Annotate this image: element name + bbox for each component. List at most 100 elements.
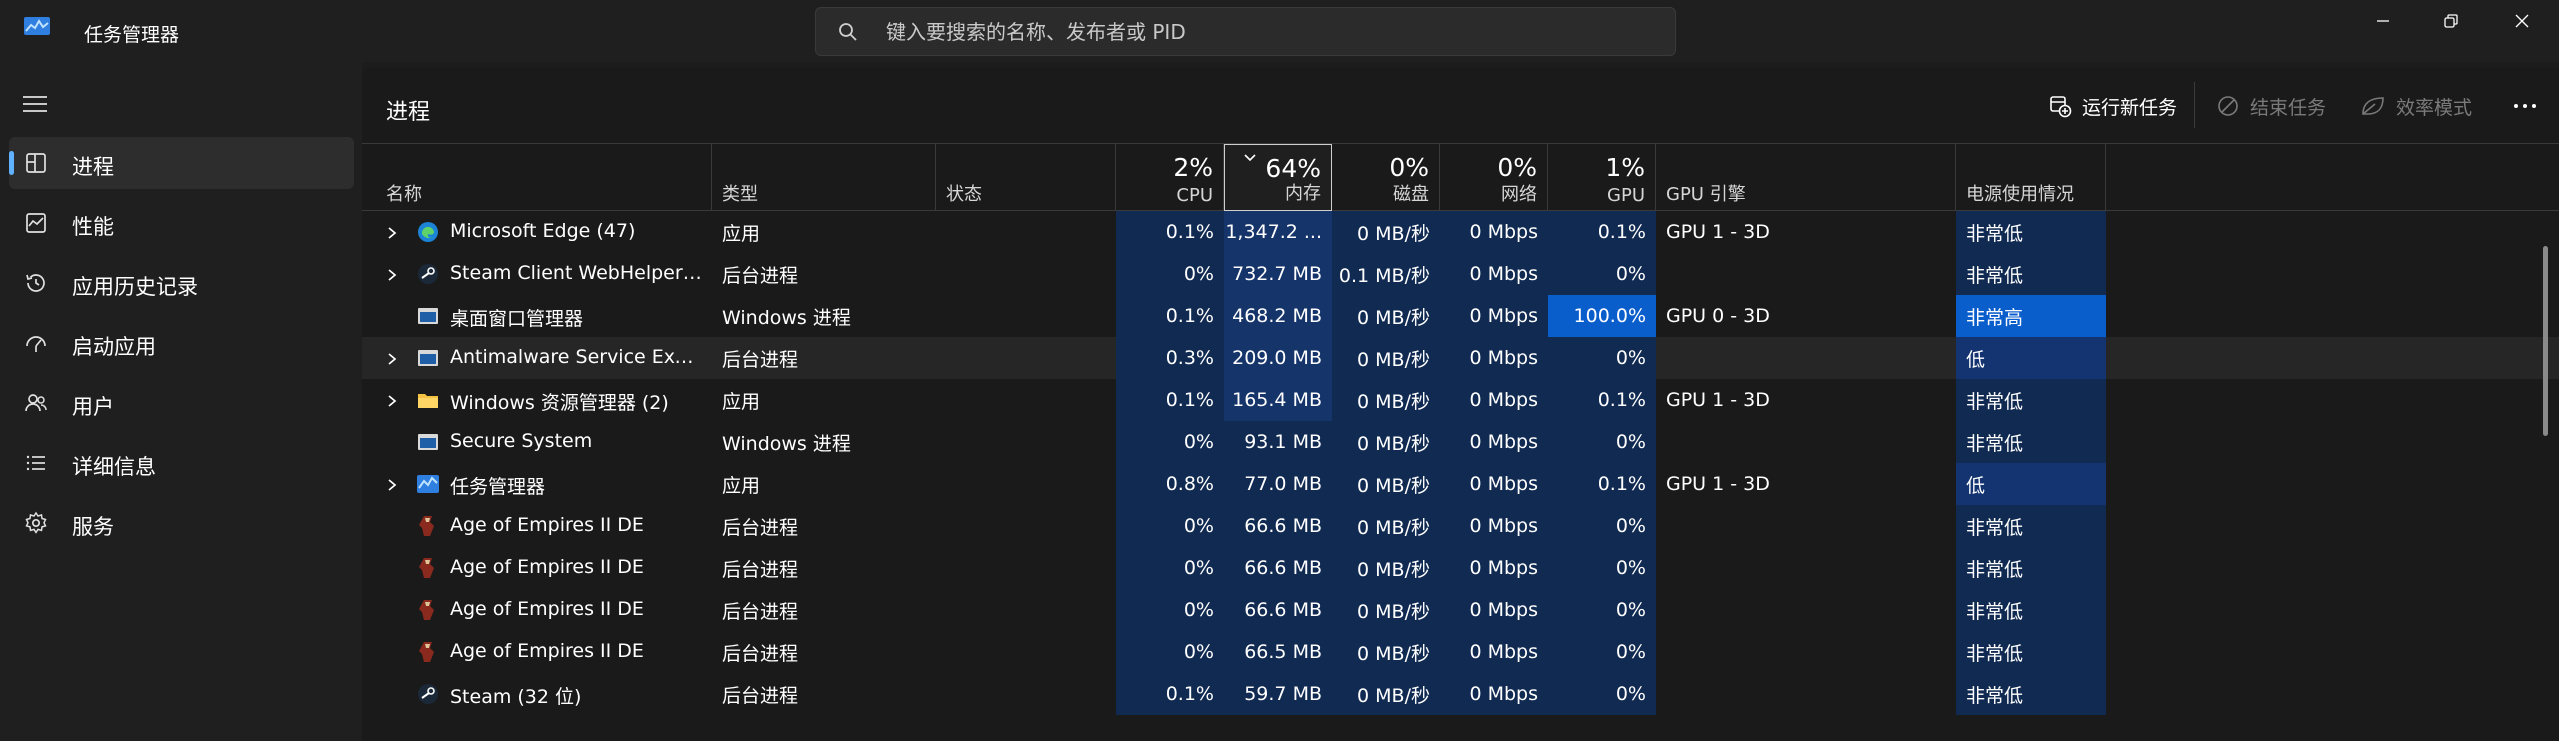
disk-cell: 0 MB/秒: [1332, 379, 1440, 421]
column-header-memory[interactable]: 64% 内存: [1224, 144, 1332, 211]
expand-chevron-icon[interactable]: [386, 393, 398, 407]
column-header-network[interactable]: 0% 网络: [1440, 144, 1548, 211]
process-table: Microsoft Edge (47) 应用 0.1% 1,347.2 ... 0 MB…: [362, 211, 2559, 741]
efficiency-mode-button[interactable]: 效率模式: [2360, 90, 2472, 122]
gpu_engine-cell: GPU 0 - 3D: [1666, 305, 1770, 327]
column-header-cpu[interactable]: 2% CPU: [1116, 144, 1224, 211]
table-row[interactable]: Age of Empires II DE 后台进程 0% 66.5 MB 0 MB/秒 0…: [362, 631, 2559, 673]
table-row[interactable]: Antimalware Service Execut... 后台进程 0.3%209…: [362, 337, 2559, 379]
power-cell: 低: [1956, 463, 2106, 505]
process-name: Age of Empires II DE: [450, 556, 644, 578]
column-header-name[interactable]: 名称: [362, 144, 712, 211]
power-cell: 低: [1956, 337, 2106, 379]
power-cell: 非常低: [1956, 547, 2106, 589]
table-row[interactable]: Age of Empires II DE 后台进程 0% 66.6 MB 0 MB/秒 0…: [362, 547, 2559, 589]
sidebar-item-processes[interactable]: 进程: [9, 137, 354, 189]
network-cell: 0 Mbps: [1440, 505, 1548, 547]
cpu-cell: 0.1%: [1116, 211, 1224, 253]
column-header-status[interactable]: 状态: [936, 144, 1116, 211]
type-cell: 后台进程: [722, 348, 799, 371]
column-header-type[interactable]: 类型: [712, 144, 936, 211]
system-window-icon: [416, 304, 440, 328]
sidebar-item-app-history[interactable]: 应用历史记录: [9, 257, 354, 309]
power-cell: 非常低: [1956, 253, 2106, 295]
run-new-task-button[interactable]: 运行新任务: [2048, 90, 2177, 122]
expand-chevron-icon[interactable]: [386, 477, 398, 491]
main-panel: 进程 运行新任务 结束任务 效率模式 名称 类型 状态 2% CPU 64% 内…: [362, 68, 2559, 741]
expand-chevron-icon[interactable]: [386, 267, 398, 281]
column-header-gpu-engine[interactable]: GPU 引擎: [1656, 144, 1956, 211]
table-row[interactable]: Steam (32 位) 后台进程 0.1% 59.7 MB 0 MB/秒 0 Mbps 0…: [362, 673, 2559, 715]
process-name: Steam Client WebHelper (8): [450, 262, 705, 284]
expand-chevron-icon[interactable]: [386, 225, 398, 239]
gpu_engine-cell: GPU 1 - 3D: [1666, 473, 1770, 495]
services-icon: [25, 511, 47, 534]
search-input[interactable]: [886, 8, 1646, 55]
end-task-label: 结束任务: [2250, 96, 2327, 119]
table-row[interactable]: 桌面窗口管理器 Windows 进程 0.1% 468.2 MB 0 MB/秒 0 Mbp…: [362, 295, 2559, 337]
process-name: 桌面窗口管理器: [450, 308, 584, 330]
cpu-cell: 0%: [1116, 589, 1224, 631]
network-cell: 0 Mbps: [1440, 589, 1548, 631]
close-button[interactable]: [2484, 0, 2559, 42]
network-cell: 0 Mbps: [1440, 211, 1548, 253]
sidebar-item-performance[interactable]: 性能: [9, 197, 354, 249]
vertical-scrollbar[interactable]: [2543, 246, 2548, 436]
table-row[interactable]: Steam Client WebHelper (8) 后台进程 0% 732.7 MB…: [362, 253, 2559, 295]
sort-descending-icon: [1244, 154, 1256, 162]
cpu-cell: 0%: [1116, 631, 1224, 673]
table-row[interactable]: Age of Empires II DE 后台进程 0% 66.6 MB 0 MB/秒 0…: [362, 589, 2559, 631]
disk-cell: 0 MB/秒: [1332, 673, 1440, 715]
process-name: Steam (32 位): [450, 686, 582, 708]
table-row[interactable]: Microsoft Edge (47) 应用 0.1% 1,347.2 ... 0 MB…: [362, 211, 2559, 253]
sidebar-item-label: 性能: [72, 215, 114, 239]
table-row[interactable]: 任务管理器 应用 0.8% 77.0 MB 0 MB/秒 0 Mbps 0.1% GPU 1 …: [362, 463, 2559, 505]
efficiency-mode-label: 效率模式: [2396, 96, 2473, 119]
type-cell: Windows 进程: [722, 432, 851, 455]
search-box[interactable]: [815, 7, 1676, 56]
more-options-button[interactable]: [2512, 90, 2538, 122]
column-header-gpu[interactable]: 1% GPU: [1548, 144, 1656, 211]
sidebar-item-startup[interactable]: 启动应用: [9, 317, 354, 369]
cpu-cell: 0.1%: [1116, 295, 1224, 337]
type-cell: 后台进程: [722, 558, 799, 581]
power-cell: 非常低: [1956, 379, 2106, 421]
sidebar-item-services[interactable]: 服务: [9, 497, 354, 549]
column-header-disk[interactable]: 0% 磁盘: [1332, 144, 1440, 211]
gpu_engine-cell: GPU 1 - 3D: [1666, 221, 1770, 243]
memory-cell: 66.6 MB: [1224, 589, 1332, 631]
end-task-button[interactable]: 结束任务: [2216, 90, 2326, 122]
column-header-power[interactable]: 电源使用情况: [1956, 144, 2106, 211]
table-row[interactable]: Secure System Windows 进程 0% 93.1 MB 0 MB/秒 0 …: [362, 421, 2559, 463]
disk-cell: 0.1 MB/秒: [1332, 253, 1440, 295]
gpu-cell: 0%: [1548, 421, 1656, 463]
type-cell: 应用: [722, 474, 761, 497]
expand-chevron-icon[interactable]: [386, 351, 398, 365]
gpu-cell: 0%: [1548, 253, 1656, 295]
table-row[interactable]: Age of Empires II DE 后台进程 0% 66.6 MB 0 MB/秒 0…: [362, 505, 2559, 547]
table-row[interactable]: Windows 资源管理器 (2) 应用 0.1% 165.4 MB 0 MB/秒 0 M…: [362, 379, 2559, 421]
minimize-icon: [2377, 20, 2389, 22]
network-cell: 0 Mbps: [1440, 673, 1548, 715]
sidebar-item-label: 详细信息: [72, 455, 156, 479]
sidebar-item-details[interactable]: 详细信息: [9, 437, 354, 489]
sidebar-item-label: 服务: [72, 515, 114, 539]
users-icon: [25, 394, 47, 412]
cpu-cell: 0.1%: [1116, 673, 1224, 715]
network-cell: 0 Mbps: [1440, 295, 1548, 337]
memory-cell: 165.4 MB: [1224, 379, 1332, 421]
process-name: Age of Empires II DE: [450, 640, 644, 662]
minimize-button[interactable]: [2345, 0, 2421, 42]
sidebar-item-users[interactable]: 用户: [9, 377, 354, 429]
process-name: 任务管理器: [450, 476, 546, 498]
memory-cell: 209.0 MB: [1224, 337, 1332, 379]
process-name: Antimalware Service Execut...: [450, 346, 705, 368]
restore-button[interactable]: [2413, 0, 2489, 42]
gpu-cell: 0%: [1548, 547, 1656, 589]
toolbar-separator: [2194, 82, 2195, 128]
memory-cell: 66.6 MB: [1224, 505, 1332, 547]
process-name: Secure System: [450, 430, 593, 452]
hamburger-menu-icon[interactable]: [22, 94, 48, 114]
memory-cell: 59.7 MB: [1224, 673, 1332, 715]
cpu-cell: 0%: [1116, 253, 1224, 295]
